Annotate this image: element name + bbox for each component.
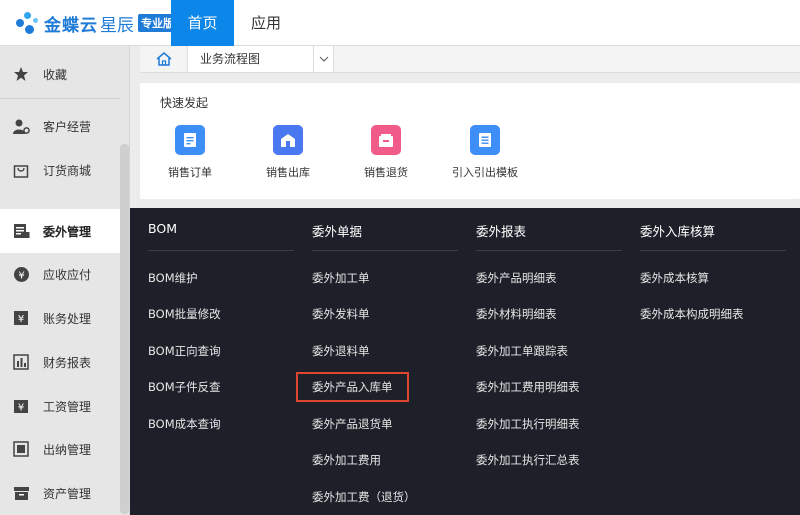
- menu-item[interactable]: 委外加工单跟踪表: [476, 343, 568, 359]
- column-heading: 委外报表: [476, 224, 527, 239]
- menu-item-outsource-product-inbound[interactable]: 委外产品入库单: [296, 372, 409, 402]
- home-icon[interactable]: [140, 46, 188, 72]
- quick-item-label: 引入引出模板: [452, 166, 518, 179]
- quick-sales-order[interactable]: 销售订单: [150, 125, 230, 180]
- menu-item[interactable]: 委外成本构成明细表: [640, 306, 744, 322]
- salary-icon: ¥: [12, 397, 30, 415]
- document-icon: [175, 125, 205, 155]
- sidebar-item-label: 工资管理: [43, 399, 92, 414]
- sidebar-item-label: 账务处理: [43, 311, 92, 326]
- sidebar-item-mall[interactable]: 订货商城: [0, 148, 120, 192]
- svg-text:¥: ¥: [18, 403, 24, 414]
- column-heading: 委外入库核算: [640, 224, 716, 239]
- breadcrumb: 业务流程图: [140, 46, 800, 73]
- menu-item[interactable]: 委外退料单: [312, 343, 370, 359]
- svg-text:¥: ¥: [18, 270, 24, 281]
- yen-coin-icon: ¥: [12, 265, 30, 283]
- user-gear-icon: [12, 117, 30, 135]
- menu-item[interactable]: BOM正向查询: [148, 343, 221, 359]
- menu-item[interactable]: BOM子件反查: [148, 379, 221, 395]
- menu-item[interactable]: 委外产品明细表: [476, 270, 557, 286]
- quick-item-label: 销售出库: [266, 166, 310, 179]
- sidebar: 收藏 客户经营 订货商城 委外管理 ¥ 应收应付 ¥ 账务处理 财务报表 ¥ 工…: [0, 46, 130, 515]
- menu-item[interactable]: 委外加工费用明细表: [476, 379, 580, 395]
- column-heading: 委外单据: [312, 224, 363, 239]
- sidebar-item-favorites[interactable]: 收藏: [0, 52, 120, 96]
- menu-item[interactable]: BOM批量修改: [148, 306, 221, 322]
- menu-item[interactable]: 委外加工执行明细表: [476, 416, 580, 432]
- logo-brand: 金蝶云: [44, 15, 98, 36]
- bar-chart-icon: [12, 353, 30, 371]
- asset-box-icon: [12, 484, 30, 502]
- top-bar: 金蝶云 星辰 专业版 首页 应用: [0, 0, 800, 46]
- menu-item[interactable]: 委外发料单: [312, 306, 370, 322]
- menu-item[interactable]: BOM维护: [148, 270, 198, 286]
- tab-apps[interactable]: 应用: [236, 0, 296, 46]
- star-icon: [12, 65, 30, 83]
- logo-product: 星辰: [100, 15, 134, 36]
- quick-sales-return[interactable]: 销售退货: [346, 125, 426, 180]
- sidebar-item-label: 客户经营: [43, 119, 92, 134]
- sidebar-item-cashier[interactable]: 出纳管理: [0, 427, 120, 471]
- menu-item[interactable]: 委外产品退货单: [312, 416, 393, 432]
- quick-import-export-template[interactable]: 引入引出模板: [445, 125, 525, 180]
- menu-item[interactable]: 委外材料明细表: [476, 306, 557, 322]
- sidebar-item-payroll[interactable]: ¥ 工资管理: [0, 384, 120, 428]
- outsourcing-flyout-menu: BOM BOM维护 BOM批量修改 BOM正向查询 BOM子件反查 BOM成本查…: [130, 208, 800, 515]
- quick-start-panel: 快速发起 销售订单 销售出库 销售退货 引入引出模板: [140, 83, 800, 199]
- logo-icon: [14, 10, 40, 36]
- sidebar-item-assets[interactable]: 资产管理: [0, 471, 120, 515]
- sidebar-item-customer[interactable]: 客户经营: [0, 104, 120, 148]
- sidebar-item-receivables[interactable]: ¥ 应收应付: [0, 252, 120, 296]
- chevron-down-icon[interactable]: [314, 46, 334, 72]
- warehouse-icon: [273, 125, 303, 155]
- sidebar-item-label: 财务报表: [43, 355, 92, 370]
- tab-home[interactable]: 首页: [171, 0, 234, 46]
- quick-item-label: 销售退货: [364, 166, 408, 179]
- template-icon: [470, 125, 500, 155]
- menu-item[interactable]: 委外加工单: [312, 270, 370, 286]
- sidebar-item-label: 委外管理: [43, 224, 92, 239]
- sidebar-item-label: 应收应付: [43, 267, 92, 282]
- column-heading: BOM: [148, 221, 177, 236]
- menu-item[interactable]: 委外加工费用: [312, 452, 381, 468]
- menu-item[interactable]: 委外加工执行汇总表: [476, 452, 580, 468]
- sidebar-item-label: 订货商城: [43, 163, 92, 178]
- sidebar-item-label: 收藏: [43, 67, 68, 82]
- menu-item[interactable]: 委外成本核算: [640, 270, 709, 286]
- shopping-bag-icon: [12, 161, 30, 179]
- quick-sales-outbound[interactable]: 销售出库: [248, 125, 328, 180]
- sidebar-item-accounting[interactable]: ¥ 账务处理: [0, 296, 120, 340]
- outsource-doc-icon: [12, 222, 30, 240]
- sidebar-item-outsourcing[interactable]: 委外管理: [0, 209, 120, 253]
- tab-business-flowchart[interactable]: 业务流程图: [188, 46, 314, 72]
- menu-item[interactable]: 委外加工费（退货）: [312, 489, 416, 505]
- cashier-icon: [12, 440, 30, 458]
- return-box-icon: [371, 125, 401, 155]
- sidebar-item-label: 出纳管理: [43, 442, 92, 457]
- quick-start-title: 快速发起: [160, 96, 209, 110]
- menu-item[interactable]: BOM成本查询: [148, 416, 221, 432]
- sidebar-item-label: 资产管理: [43, 486, 92, 501]
- quick-item-label: 销售订单: [168, 166, 212, 179]
- sidebar-scrollbar[interactable]: [120, 144, 129, 514]
- sidebar-item-financial-reports[interactable]: 财务报表: [0, 340, 120, 384]
- svg-text:¥: ¥: [18, 314, 24, 325]
- logo[interactable]: 金蝶云 星辰 专业版: [14, 8, 177, 38]
- yen-ledger-icon: ¥: [12, 309, 30, 327]
